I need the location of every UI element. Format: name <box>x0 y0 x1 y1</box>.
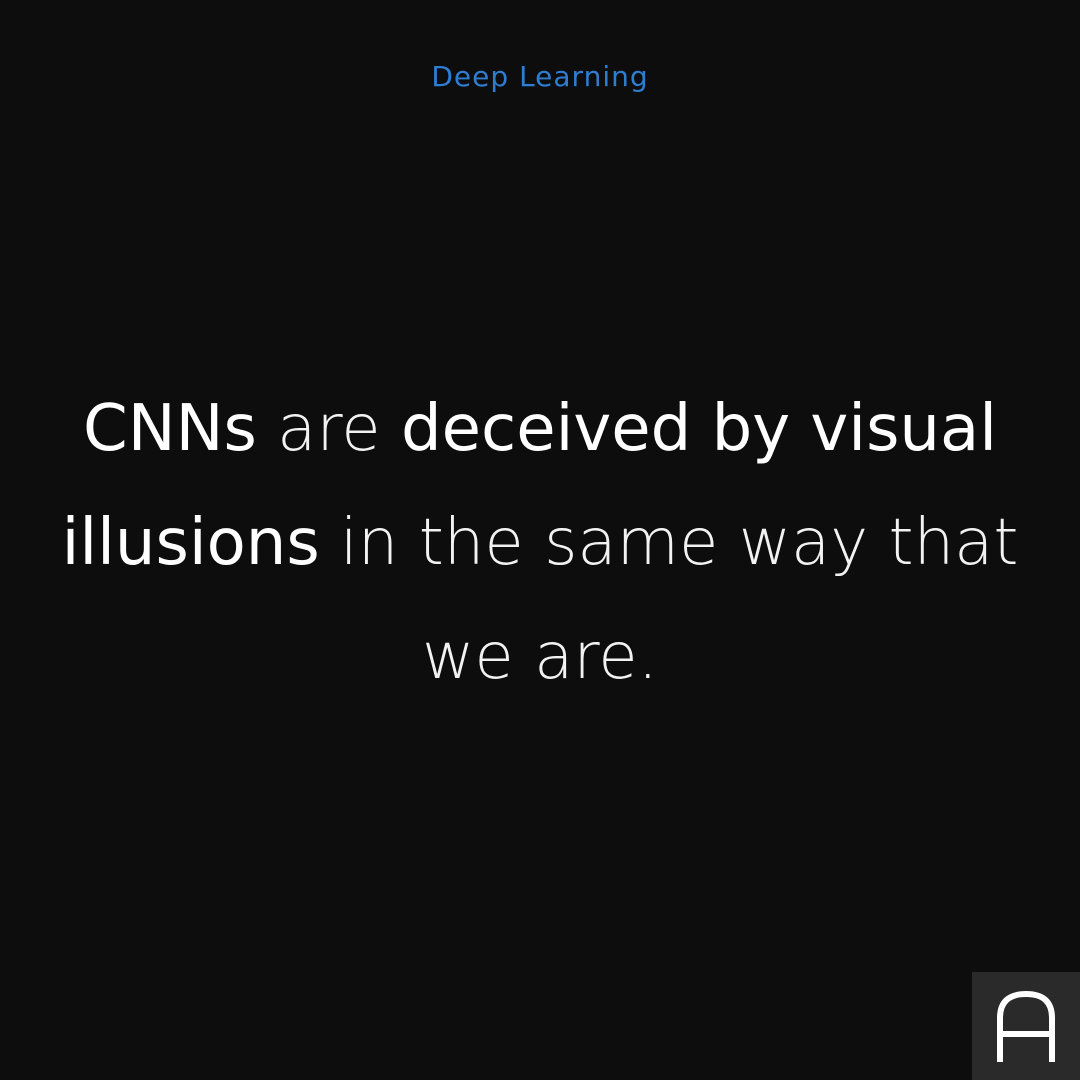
category-label: Deep Learning <box>431 60 649 93</box>
statement-part-verb: are <box>256 392 401 466</box>
statement-part-ending: in the same way that we are. <box>319 506 1019 694</box>
brand-logo <box>972 972 1080 1080</box>
letter-a-logo-icon <box>997 990 1055 1062</box>
statement-part-subject: CNNs <box>83 392 257 466</box>
headline-statement: CNNs are deceived by visual illusions in… <box>40 372 1040 714</box>
